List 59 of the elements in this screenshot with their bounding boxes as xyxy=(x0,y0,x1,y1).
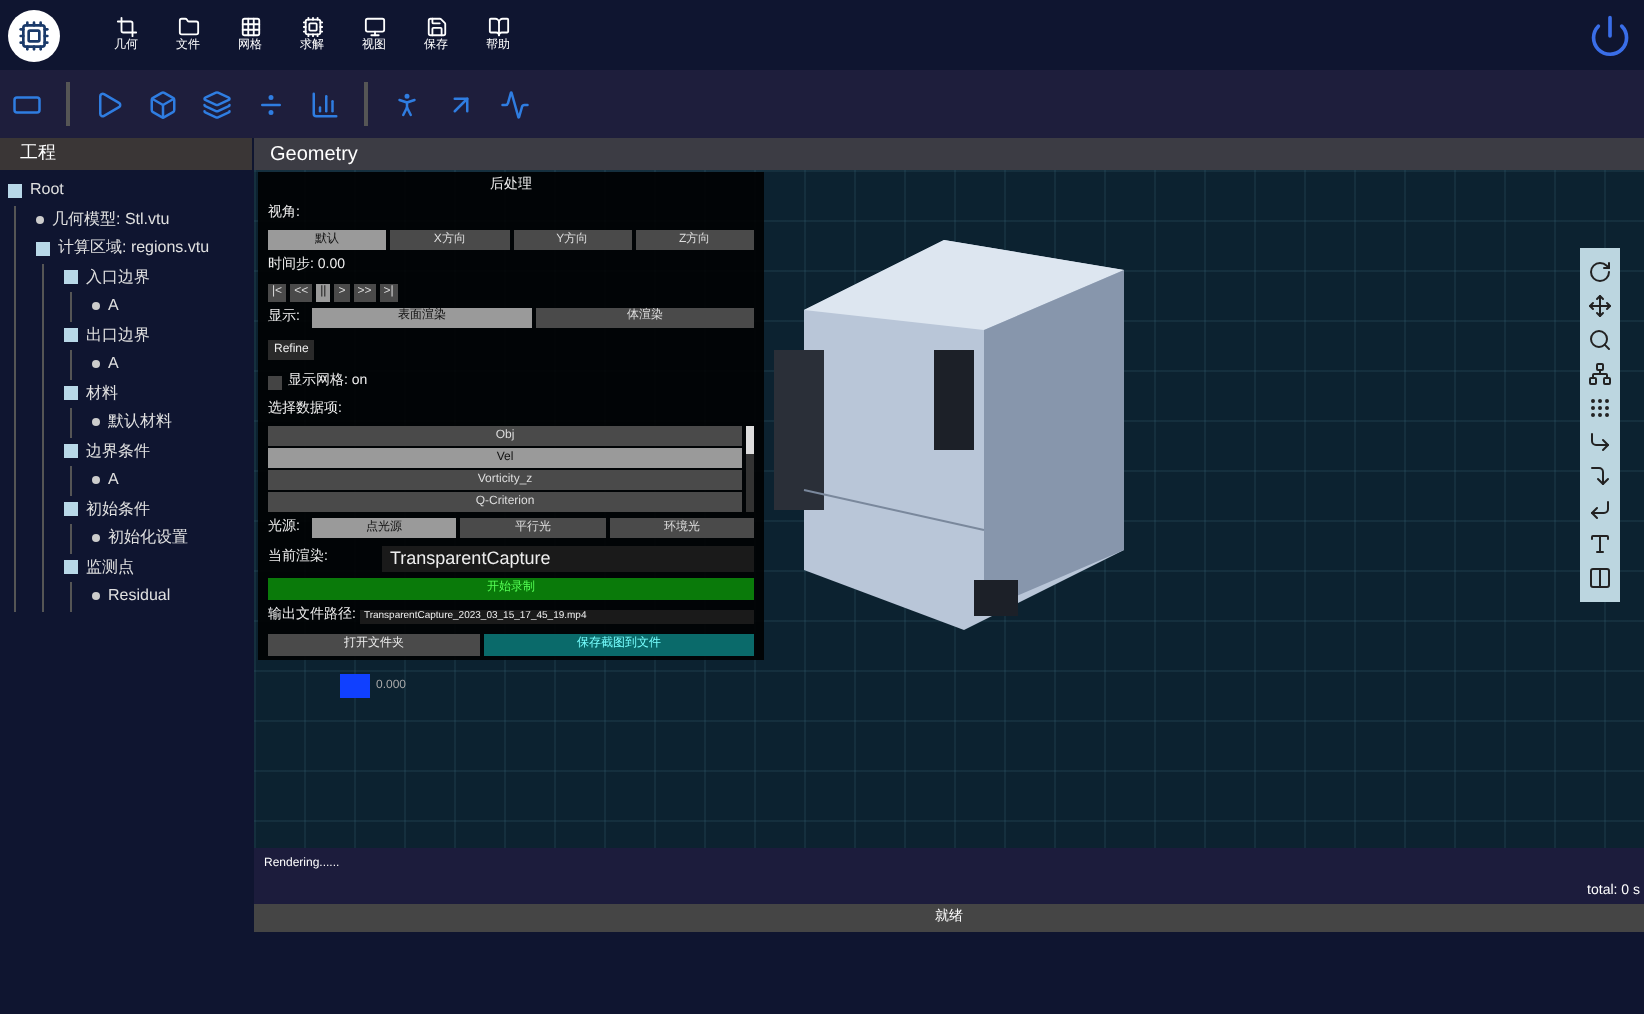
leaf-icon[interactable] xyxy=(92,534,100,543)
toolbar-icon[interactable] xyxy=(148,89,178,119)
view-tool-icon[interactable] xyxy=(1588,362,1612,386)
book-icon xyxy=(487,15,509,37)
toolbar-icon[interactable] xyxy=(500,89,530,119)
folder-icon xyxy=(177,15,199,37)
tree-item[interactable]: 初始条件 xyxy=(86,497,150,522)
tree-item[interactable]: A xyxy=(108,294,119,319)
tree-item[interactable]: 边界条件 xyxy=(86,439,150,464)
leaf-icon[interactable] xyxy=(92,592,100,601)
tree-item[interactable]: 材料 xyxy=(86,381,118,406)
color-legend-bar xyxy=(340,674,370,698)
toolbar-icon[interactable] xyxy=(94,89,124,119)
tree-item[interactable]: A xyxy=(108,468,119,493)
tree-item[interactable]: A xyxy=(108,352,119,377)
toolbar-icon[interactable] xyxy=(392,89,422,119)
tree-item[interactable]: Residual xyxy=(108,584,171,609)
leaf-icon[interactable] xyxy=(92,360,100,369)
leaf-icon[interactable] xyxy=(92,476,100,485)
scrollbar[interactable] xyxy=(746,426,754,512)
panel-title: 工程 xyxy=(0,138,252,170)
tree-item[interactable]: Root xyxy=(30,178,64,203)
viewport-title: Geometry xyxy=(254,138,1644,170)
view-tool-icon[interactable] xyxy=(1588,396,1612,420)
save-icon xyxy=(425,15,447,37)
toolbar-icon[interactable] xyxy=(310,89,340,119)
view-tool-icon[interactable] xyxy=(1588,566,1612,590)
toolbar-icon[interactable] xyxy=(202,89,232,119)
tree-item[interactable]: 初始化设置 xyxy=(108,526,188,551)
toolbar-icon[interactable] xyxy=(256,89,286,119)
tree-item[interactable]: 监测点 xyxy=(86,555,134,580)
monitor-icon xyxy=(363,15,385,37)
expand-icon[interactable] xyxy=(64,560,78,575)
crop-icon xyxy=(115,15,137,37)
view-tool-icon[interactable] xyxy=(1588,328,1612,352)
view-tool-icon[interactable] xyxy=(1588,464,1612,488)
leaf-icon[interactable] xyxy=(92,418,100,427)
tree-item[interactable]: 出口边界 xyxy=(86,323,150,348)
leaf-icon[interactable] xyxy=(36,215,44,224)
tree-item[interactable]: 计算区域: regions.vtu xyxy=(58,236,210,261)
expand-icon[interactable] xyxy=(8,183,22,198)
view-tool-icon[interactable] xyxy=(1588,430,1612,454)
checkbox[interactable] xyxy=(268,375,282,390)
leaf-icon[interactable] xyxy=(92,302,100,311)
grid-icon xyxy=(239,15,261,37)
expand-icon[interactable] xyxy=(64,328,78,343)
expand-icon[interactable] xyxy=(64,386,78,401)
tree-item[interactable]: 几何模型: Stl.vtu xyxy=(52,207,170,232)
tree-item[interactable]: 默认材料 xyxy=(108,410,172,435)
power-icon[interactable] xyxy=(1588,13,1632,57)
view-tool-icon[interactable] xyxy=(1588,294,1612,318)
expand-icon[interactable] xyxy=(64,444,78,459)
view-tool-icon[interactable] xyxy=(1588,260,1612,284)
render-field[interactable]: TransparentCapture xyxy=(382,545,754,572)
view-tool-icon[interactable] xyxy=(1588,498,1612,522)
tree-item[interactable]: 入口边界 xyxy=(86,265,150,290)
view-tool-icon[interactable] xyxy=(1588,532,1612,556)
chip-icon xyxy=(301,15,323,37)
expand-icon[interactable] xyxy=(64,502,78,517)
